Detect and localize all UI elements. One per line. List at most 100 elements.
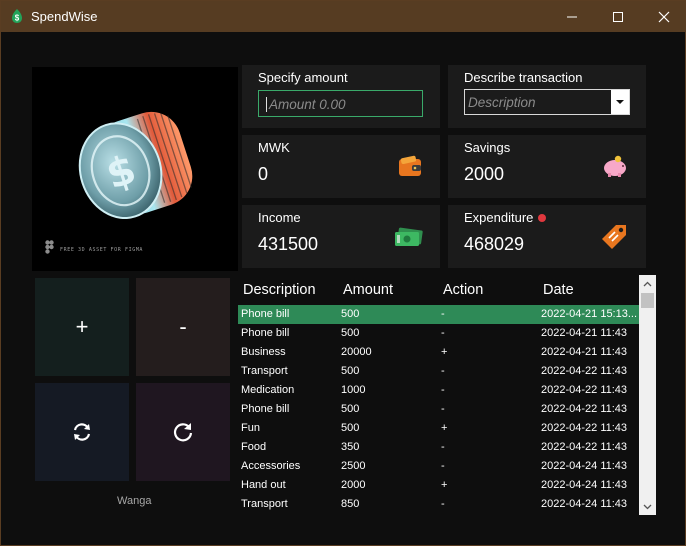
cell-action: -: [441, 460, 445, 472]
cell-action: -: [441, 403, 445, 415]
cell-date: 2022-04-22 11:43: [541, 384, 628, 396]
description-combobox[interactable]: Description: [464, 89, 630, 115]
cell-date: 2022-04-22 11:43: [541, 441, 628, 453]
cell-action: +: [441, 346, 448, 358]
cell-action: -: [441, 327, 445, 339]
close-button[interactable]: [641, 1, 686, 32]
cell-amount: 500: [341, 403, 360, 415]
cell-amount: 500: [341, 327, 360, 339]
price-tag-icon: [602, 225, 626, 249]
text-caret: [266, 97, 267, 112]
hero-coin-image: $ FREE 3D ASSET FOR FIGMA: [32, 67, 238, 271]
table-row[interactable]: Business 20000 +2022-04-21 11:43: [238, 343, 639, 362]
savings-value: 2000: [464, 164, 505, 184]
cell-description: Phone bill: [241, 327, 290, 339]
table-row[interactable]: Fun 500 +2022-04-22 11:43: [238, 419, 639, 438]
svg-text:$: $: [15, 14, 20, 23]
cell-date: 2022-04-22 11:43: [541, 365, 628, 377]
cell-action: -: [441, 498, 445, 510]
cell-amount: 20000: [341, 346, 372, 358]
title-bar[interactable]: $ SpendWise: [1, 1, 685, 32]
balance-value: 0: [258, 164, 269, 184]
description-placeholder: Description: [468, 95, 536, 110]
table-row[interactable]: Transport 500 - 2022-04-22 11:43: [238, 362, 639, 381]
cell-description: Accessories: [241, 460, 301, 472]
table-row[interactable]: Phone bill 500 - 2022-04-21 11:43: [238, 324, 639, 343]
savings-card: Savings 2000: [448, 135, 646, 198]
expenditure-value: 468029: [464, 234, 525, 254]
cell-amount: 350: [341, 441, 360, 453]
cell-description: Hand out: [241, 479, 286, 491]
cell-action: -: [441, 308, 445, 320]
cell-description: Phone bill: [241, 308, 290, 320]
income-value: 431500: [258, 234, 319, 254]
cell-date: 2022-04-22 11:43: [541, 403, 628, 415]
table-row[interactable]: Transport 850 - 2022-04-24 11:43: [238, 495, 639, 514]
cell-action: +: [441, 479, 448, 491]
amount-card: Specify amount Amount 0.00: [242, 65, 440, 128]
scroll-up-button[interactable]: [639, 275, 656, 292]
table-scrollbar[interactable]: [639, 275, 656, 515]
income-label: Income: [258, 210, 301, 225]
table-row[interactable]: Accessories 2500 - 2022-04-24 11:43: [238, 457, 639, 476]
cell-amount: 500: [341, 308, 360, 320]
footer-user-name: Wanga: [117, 495, 152, 507]
column-header-action[interactable]: Action: [443, 282, 483, 298]
minimize-button[interactable]: [549, 1, 595, 32]
table-row[interactable]: Hand out 2000 +2022-04-24 11:43: [238, 476, 639, 495]
cell-amount: 500: [341, 365, 360, 377]
table-row[interactable]: Medication 1000 - 2022-04-22 11:43: [238, 381, 639, 400]
column-header-description[interactable]: Description: [243, 282, 316, 298]
chevron-down-icon: [643, 504, 652, 509]
piggy-bank-icon: [604, 155, 626, 177]
income-card: Income 431500: [242, 205, 440, 268]
cell-action: +: [441, 422, 448, 434]
cell-description: Phone bill: [241, 403, 290, 415]
coin-illustration: $: [78, 111, 193, 220]
description-label: Describe transaction: [464, 70, 583, 85]
cell-description: Medication: [241, 384, 295, 396]
transactions-table[interactable]: Description Amount Action Date Phone bil…: [238, 275, 639, 515]
sync-icon: [73, 423, 91, 441]
minus-icon: -: [179, 314, 187, 339]
cell-amount: 1000: [341, 384, 366, 396]
amount-input[interactable]: Amount 0.00: [258, 90, 423, 117]
savings-label: Savings: [464, 140, 511, 155]
table-row[interactable]: Phone bill 500 - 2022-04-22 11:43: [238, 400, 639, 419]
cell-description: Food: [241, 441, 267, 453]
chevron-up-icon: [643, 281, 652, 286]
figma-logo-icon: [45, 240, 54, 254]
table-row[interactable]: Phone bill 500 - 2022-04-21 15:13...: [238, 305, 639, 324]
maximize-icon: [613, 11, 623, 22]
scroll-thumb[interactable]: [641, 293, 654, 308]
scroll-down-button[interactable]: [639, 498, 656, 515]
dropdown-arrow-icon[interactable]: [611, 90, 629, 114]
plus-icon: +: [75, 314, 89, 339]
close-icon: [658, 11, 670, 22]
cell-description: Transport: [241, 365, 288, 377]
cell-description: Transport: [241, 498, 288, 510]
maximize-button[interactable]: [595, 1, 641, 32]
sync-button[interactable]: [35, 383, 129, 481]
cell-description: Business: [241, 346, 286, 358]
column-header-amount[interactable]: Amount: [343, 282, 393, 298]
add-expense-button[interactable]: -: [136, 278, 230, 376]
cell-amount: 850: [341, 498, 360, 510]
app-logo-icon: $: [9, 8, 25, 24]
cell-date: 2022-04-24 11:43: [541, 479, 628, 491]
minimize-icon: [567, 16, 577, 17]
expenditure-label: Expenditure: [464, 210, 534, 225]
balance-card: MWK 0: [242, 135, 440, 198]
add-income-button[interactable]: +: [35, 278, 129, 376]
description-card: Describe transaction Description: [448, 65, 646, 128]
table-row[interactable]: Food 350 - 2022-04-22 11:43: [238, 438, 639, 457]
amount-label: Specify amount: [258, 70, 348, 85]
hero-caption: FREE 3D ASSET FOR FIGMA: [60, 247, 144, 253]
cell-date: 2022-04-22 11:43: [541, 422, 628, 434]
cell-date: 2022-04-24 11:43: [541, 460, 628, 472]
column-header-date[interactable]: Date: [543, 282, 574, 298]
app-window: $ SpendWise $ FREE 3D ASSET FOR FIGMA Sp…: [0, 0, 686, 546]
cell-action: -: [441, 441, 445, 453]
amount-placeholder: Amount 0.00: [269, 97, 346, 112]
refresh-button[interactable]: [136, 383, 230, 481]
